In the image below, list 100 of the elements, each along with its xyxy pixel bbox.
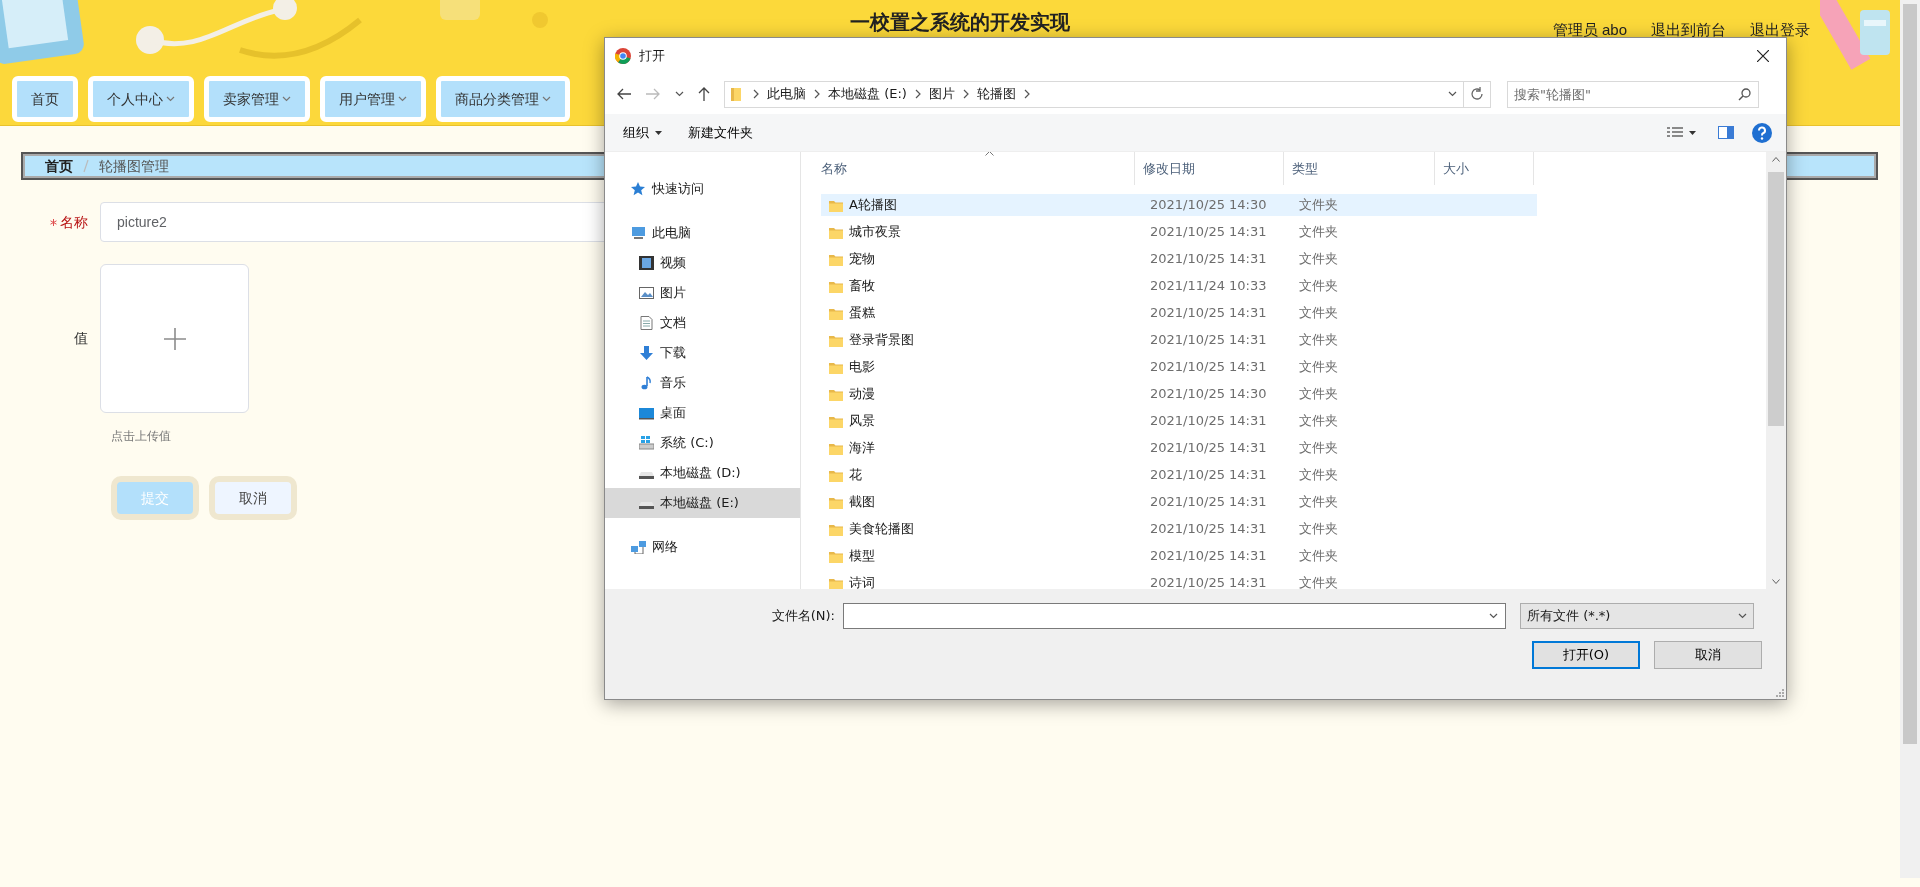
sidebar-item[interactable]: 快速访问 [605,174,800,204]
scrollbar[interactable] [1766,152,1786,589]
open-button[interactable]: 打开(O) [1532,641,1640,669]
help-icon [1752,122,1772,143]
path-segment[interactable]: 图片 [928,84,955,104]
network-icon [631,540,646,554]
preview-pane-icon [1718,126,1734,139]
user-name: 管理员 abo [1552,20,1627,40]
address-bar[interactable]: 此电脑 本地磁盘 (E:) 图片 轮播图 [724,80,1464,108]
folder-icon [829,198,843,212]
column-header[interactable]: 类型 [1284,152,1435,185]
sidebar-item[interactable]: 图片 [605,278,800,308]
sidebar-item[interactable]: 本地磁盘 (E:) [605,488,800,518]
plus-icon [163,327,186,350]
file-row[interactable]: 动漫 2021/10/25 14:30 文件夹 [821,383,1537,405]
drive-icon [639,436,654,450]
folder-icon [829,549,843,563]
sidebar-item[interactable]: 本地磁盘 (D:) [605,458,800,488]
path-segment[interactable]: 轮播图 [976,84,1016,104]
filename-label: 文件名(N): [770,607,836,626]
folder-icon [829,495,843,509]
filename-field[interactable] [843,603,1506,629]
file-row[interactable]: 花 2021/10/25 14:31 文件夹 [821,464,1537,486]
browser-icon [615,48,631,64]
folder-icon [829,441,843,455]
search-field[interactable]: 搜索"轮播图" [1507,80,1759,108]
dropdown-icon [1738,613,1747,619]
sidebar-item[interactable]: 文档 [605,308,800,338]
cancel-button[interactable]: 取消 [209,476,297,520]
screen-icon [639,406,654,420]
sidebar-item[interactable]: 桌面 [605,398,800,428]
file-row[interactable]: 电影 2021/10/25 14:31 文件夹 [821,356,1537,378]
chevron-icon [962,89,969,99]
file-row[interactable]: 畜牧 2021/11/24 10:33 文件夹 [821,275,1537,297]
down-arrow-icon [639,346,654,360]
breadcrumb-item: 轮播图管理 [99,156,169,176]
monitor-icon [631,226,646,240]
file-row[interactable]: 海洋 2021/10/25 14:31 文件夹 [821,437,1537,459]
toolbar-button[interactable]: 组织 [615,120,670,145]
file-row[interactable]: 宠物 2021/10/25 14:31 文件夹 [821,248,1537,270]
breadcrumb-item[interactable]: 首页 [45,155,73,177]
column-header[interactable]: 名称 [813,152,1135,185]
file-type-select[interactable]: 所有文件 (*.*) [1520,603,1754,629]
folder-icon [829,387,843,401]
nav-button[interactable]: 用户管理 [320,76,426,122]
file-row[interactable]: 截图 2021/10/25 14:31 文件夹 [821,491,1537,513]
path-segment[interactable]: 本地磁盘 (E:) [828,84,907,104]
folder-icon [829,522,843,536]
sort-icon [985,152,994,156]
dropdown-icon [1489,613,1498,619]
file-row[interactable]: 蛋糕 2021/10/25 14:31 文件夹 [821,302,1537,324]
caret-icon [282,96,291,102]
caret-icon [166,96,175,102]
star-icon [631,182,646,196]
file-row[interactable]: 诗词 2021/10/25 14:31 文件夹 [821,572,1537,589]
back-icon [617,88,632,100]
caret-icon [398,96,407,102]
sidebar-item[interactable]: 网络 [605,532,800,562]
caret-icon [1689,130,1696,135]
nav-button[interactable]: 商品分类管理 [436,76,570,122]
cancel-button[interactable]: 取消 [1654,641,1762,669]
nav-button[interactable]: 卖家管理 [204,76,310,122]
scroll-down-icon [1772,579,1780,584]
refresh-button[interactable] [1464,80,1491,108]
nav-button[interactable]: 个人中心 [88,76,194,122]
file-row[interactable]: 模型 2021/10/25 14:31 文件夹 [821,545,1537,567]
scrollbar[interactable] [1900,0,1920,878]
up-icon [698,87,710,101]
sidebar-item[interactable]: 系统 (C:) [605,428,800,458]
sidebar-item[interactable]: 此电脑 [605,218,800,248]
column-header[interactable]: 修改日期 [1135,152,1284,185]
music-note-icon [639,376,654,390]
breadcrumb-separator [83,159,89,173]
folder-icon [829,414,843,428]
file-row[interactable]: A轮播图 2021/10/25 14:30 文件夹 [821,194,1537,216]
sidebar-item[interactable]: 视频 [605,248,800,278]
folder-icon [829,360,843,374]
scrollbar-thumb[interactable] [1903,4,1917,744]
sidebar-item[interactable]: 下载 [605,338,800,368]
folder-icon [829,306,843,320]
chevron-icon [914,89,921,99]
site-title: 一校置之系统的开发实现 [850,11,1070,33]
required-icon [50,218,57,226]
folder-icon [829,252,843,266]
upload-hint: 点击上传值 [111,428,171,445]
file-row[interactable]: 登录背景图 2021/10/25 14:31 文件夹 [821,329,1537,351]
toolbar-button[interactable]: 新建文件夹 [680,120,761,145]
nav-button[interactable]: 首页 [12,76,78,122]
sidebar-item[interactable]: 音乐 [605,368,800,398]
column-header[interactable]: 大小 [1435,152,1534,185]
search-icon [1738,87,1751,101]
file-row[interactable]: 美食轮播图 2021/10/25 14:31 文件夹 [821,518,1537,540]
caret-icon [655,130,662,135]
folder-icon [829,225,843,239]
file-row[interactable]: 城市夜景 2021/10/25 14:31 文件夹 [821,221,1537,243]
file-row[interactable]: 风景 2021/10/25 14:31 文件夹 [821,410,1537,432]
folder-icon [829,279,843,293]
scrollbar-thumb[interactable] [1768,172,1784,426]
path-segment[interactable]: 此电脑 [767,84,806,104]
document-icon [639,316,654,330]
